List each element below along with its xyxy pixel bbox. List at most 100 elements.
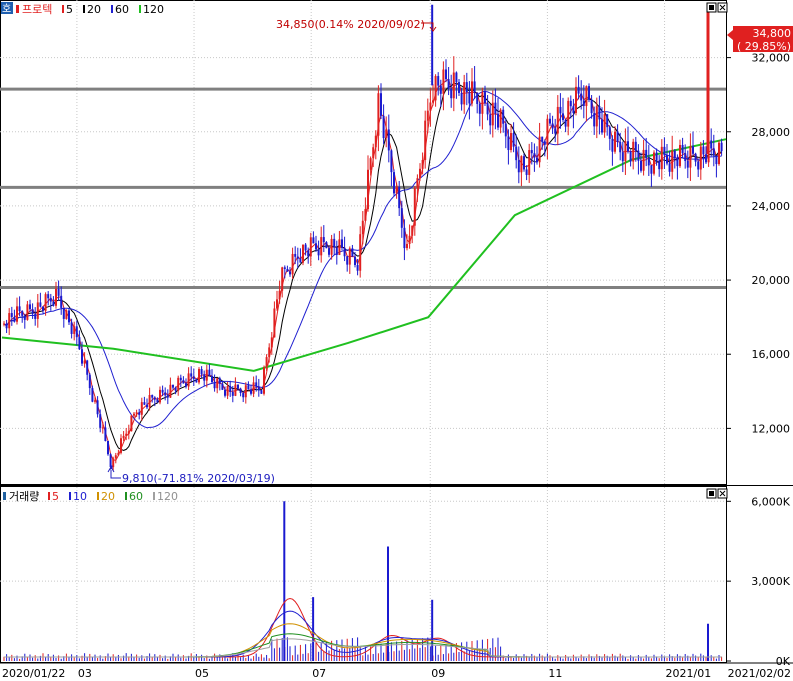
candle-body	[270, 337, 273, 348]
candle-body	[471, 81, 473, 104]
candle-body	[437, 76, 440, 86]
candle-body	[122, 435, 125, 439]
candle-body	[655, 152, 658, 161]
candle-body	[101, 427, 104, 429]
candle-body	[572, 106, 575, 113]
high-annotation-text: 34,850(0.14% 2020/09/02)	[276, 18, 425, 31]
candle-body	[494, 102, 497, 114]
candle-body	[601, 119, 603, 133]
candle-body	[242, 392, 245, 398]
candle-body	[218, 378, 221, 384]
candle-body	[533, 153, 536, 158]
candle-body	[517, 160, 520, 173]
candle-body	[73, 326, 76, 334]
candle-body	[536, 157, 538, 163]
candle-body	[68, 310, 70, 323]
current-price-tag: 34,800 ( 29.85%)	[727, 26, 793, 53]
candle-body	[341, 239, 343, 248]
candle-body	[491, 102, 494, 126]
candle-body	[62, 307, 65, 319]
candle-body	[411, 225, 414, 236]
candle-body	[663, 146, 666, 156]
candle-body	[398, 186, 401, 209]
x-tick-label: 09	[431, 667, 445, 680]
candle-body	[221, 383, 224, 390]
candle-body	[143, 402, 146, 405]
candle-body	[697, 161, 700, 170]
candle-body	[603, 114, 606, 133]
candle-body	[146, 404, 148, 408]
candle-body	[351, 248, 354, 257]
candle-body	[99, 414, 102, 428]
candle-body	[504, 123, 507, 137]
candle-body	[377, 93, 380, 136]
candle-body	[192, 376, 195, 380]
candle-body	[434, 76, 437, 101]
candle-body	[16, 306, 18, 322]
candle-body	[52, 301, 55, 306]
candle-body	[255, 382, 258, 387]
candle-body	[296, 256, 299, 259]
candle-body	[81, 349, 83, 364]
candle-body	[291, 253, 294, 275]
price-tick-label: 16,000	[752, 348, 791, 361]
ma-legend-marker	[83, 5, 85, 13]
candle-body	[686, 160, 689, 168]
candle-body	[276, 299, 278, 309]
candle-body	[627, 141, 629, 152]
candle-body	[86, 360, 89, 375]
candle-body	[413, 188, 416, 226]
candle-body	[718, 142, 720, 165]
candle-body	[546, 118, 549, 145]
candle-body	[247, 385, 250, 390]
candle-body	[172, 384, 174, 388]
candle-body	[120, 438, 122, 453]
candle-body	[442, 69, 445, 94]
ma-legend-label: 5	[66, 3, 73, 16]
candle-body	[380, 93, 382, 116]
candle-body	[333, 238, 336, 248]
candle-body	[629, 151, 632, 162]
x-tick-label: 2021/01	[666, 667, 712, 680]
candle-body	[393, 172, 395, 194]
candle-body	[608, 127, 611, 139]
candle-body	[562, 113, 564, 120]
candle-body	[190, 373, 193, 377]
candle-body	[549, 118, 551, 124]
volume-ma-legend-label: 60	[129, 490, 143, 503]
candle-body	[112, 458, 115, 468]
candle-body	[497, 113, 499, 128]
volume-ma-legend-marker	[153, 492, 155, 500]
ma-legend-marker	[111, 5, 113, 13]
volume-y-axis: 6,000K3,000K0K	[726, 495, 791, 668]
candle-body	[486, 103, 489, 115]
candle-body	[133, 413, 135, 416]
candle-body	[185, 383, 187, 387]
candle-body	[268, 347, 271, 358]
candle-body	[567, 100, 570, 127]
candle-body	[564, 119, 567, 127]
candle-body	[78, 337, 81, 350]
candle-body	[382, 115, 385, 139]
maximize-icon	[709, 5, 714, 10]
candle-body	[666, 155, 668, 164]
candle-body	[458, 82, 460, 94]
candle-body	[632, 141, 635, 162]
ma-legend-label: 120	[143, 3, 164, 16]
volume-ma-legend-label: 10	[73, 490, 87, 503]
candle-body	[281, 267, 284, 291]
candle-body	[31, 309, 34, 315]
candle-body	[359, 234, 362, 271]
legend-marker-price	[16, 5, 19, 13]
chart-type-icon-label: 호	[2, 3, 11, 15]
candle-body	[611, 138, 614, 152]
candle-body	[419, 168, 421, 179]
candle-body	[159, 389, 161, 403]
candle-body	[624, 141, 627, 162]
candle-body	[432, 100, 434, 103]
candle-body	[226, 386, 229, 396]
candle-body	[538, 136, 541, 163]
candle-body	[668, 163, 671, 172]
candle-body	[556, 106, 559, 134]
candle-body	[510, 133, 512, 151]
